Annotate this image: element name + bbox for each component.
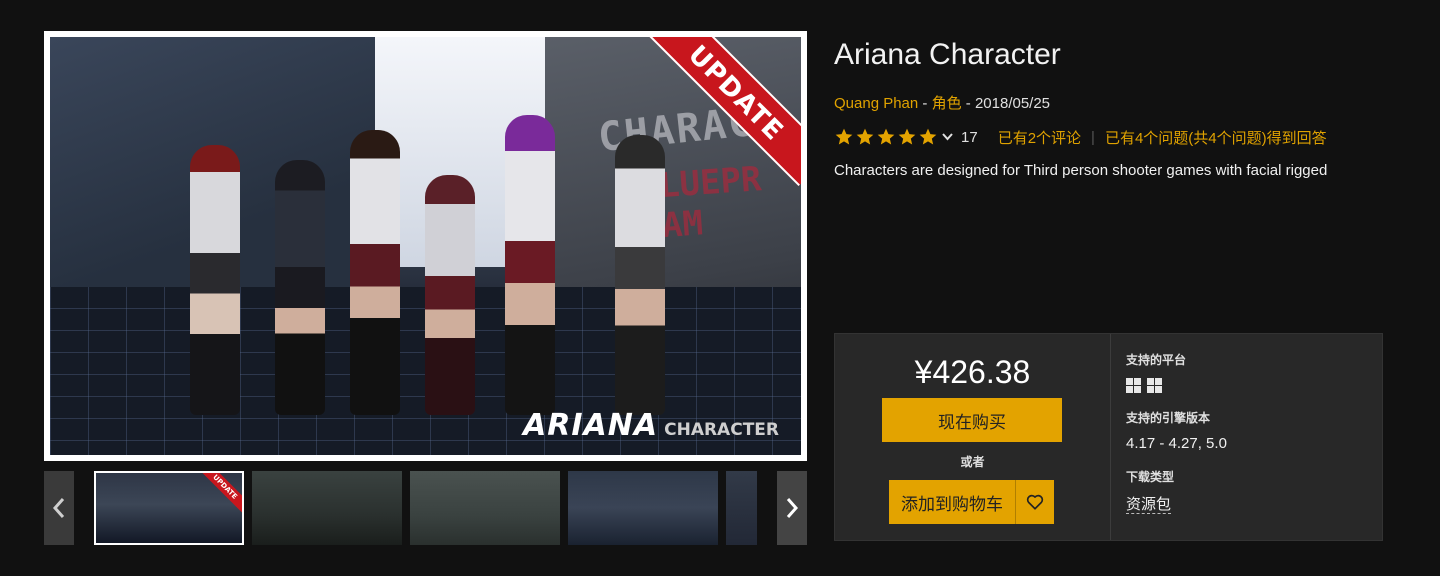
- meta-separator: -: [918, 95, 932, 112]
- star-icon: [876, 127, 896, 147]
- download-type-link[interactable]: 资源包: [1126, 496, 1172, 514]
- rating-count: 17: [961, 128, 978, 146]
- divider: |: [1091, 128, 1095, 146]
- price: ¥426.38: [914, 354, 1031, 390]
- platform-label: 支持的平台: [1126, 353, 1187, 367]
- add-to-cart-button[interactable]: 添加到购物车: [889, 480, 1015, 524]
- thumbnail-item[interactable]: [410, 471, 560, 545]
- logo-title: ARIANA: [523, 408, 659, 443]
- product-page: CHARAC BLUEPR SAM ARIANA CHARACTER UPDATE…: [0, 0, 1440, 576]
- windows-icon: [1147, 378, 1162, 393]
- thumbnail-item[interactable]: [568, 471, 718, 545]
- product-description: Characters are designed for Third person…: [834, 162, 1328, 179]
- windows-icon: [1126, 378, 1141, 393]
- platform-icons: [1126, 378, 1162, 393]
- buy-now-button[interactable]: 现在购买: [882, 398, 1062, 442]
- product-title: Ariana Character: [834, 38, 1061, 71]
- panel-divider: [1110, 334, 1111, 540]
- wishlist-button[interactable]: [1015, 480, 1054, 524]
- thumbnail-strip: UPDATE: [94, 471, 757, 545]
- star-icon: [897, 127, 917, 147]
- download-type-label: 下载类型: [1126, 470, 1175, 484]
- product-meta: Quang Phan - 角色 - 2018/05/25: [834, 92, 1050, 113]
- chevron-down-icon[interactable]: [942, 130, 953, 144]
- questions-link[interactable]: 已有4个问题(共4个问题)得到回答: [1105, 127, 1327, 148]
- category-link[interactable]: 角色: [932, 95, 962, 112]
- purchase-panel: ¥426.38 现在购买 或者 添加到购物车 支持的平台 支持的引擎版本 4.1…: [834, 333, 1383, 541]
- author-link[interactable]: Quang Phan: [834, 95, 918, 112]
- product-logo: ARIANA CHARACTER: [523, 408, 779, 443]
- engine-version-label: 支持的引擎版本: [1126, 411, 1211, 425]
- rating-row: 17 已有2个评论 | 已有4个问题(共4个问题)得到回答: [834, 125, 1327, 149]
- spec-column: 支持的平台 支持的引擎版本 4.17 - 4.27, 5.0 下载类型 资源包: [1126, 334, 1376, 540]
- chevron-right-icon: [786, 498, 799, 518]
- release-date: 2018/05/25: [974, 95, 1051, 112]
- buy-column: ¥426.38 现在购买 或者 添加到购物车: [835, 334, 1110, 540]
- star-icon: [834, 127, 854, 147]
- carousel-next-button[interactable]: [777, 471, 807, 545]
- thumbnail-item[interactable]: UPDATE: [94, 471, 244, 545]
- cart-button-group: 添加到购物车: [889, 480, 1054, 524]
- character-figure: [425, 175, 475, 415]
- star-rating[interactable]: [834, 127, 938, 147]
- character-figure: [505, 115, 555, 415]
- star-icon: [855, 127, 875, 147]
- logo-subtitle: CHARACTER: [664, 420, 779, 440]
- thumbnail-carousel: UPDATE: [44, 471, 807, 545]
- carousel-prev-button[interactable]: [44, 471, 74, 545]
- thumbnail-item[interactable]: [252, 471, 402, 545]
- character-figure: [350, 130, 400, 415]
- star-icon: [918, 127, 938, 147]
- character-figure: [615, 135, 665, 415]
- or-label: 或者: [960, 455, 985, 469]
- heart-icon: [1026, 494, 1044, 510]
- character-figure: [275, 160, 325, 415]
- download-type-wrap: 资源包: [1126, 493, 1172, 514]
- chevron-left-icon: [52, 498, 65, 518]
- main-product-image[interactable]: CHARAC BLUEPR SAM ARIANA CHARACTER UPDATE: [44, 31, 807, 461]
- engine-versions: 4.17 - 4.27, 5.0: [1126, 435, 1227, 452]
- scene: CHARAC BLUEPR SAM ARIANA CHARACTER UPDATE: [50, 37, 801, 455]
- meta-separator: -: [961, 95, 975, 112]
- thumbnail-item[interactable]: [726, 471, 757, 545]
- reviews-link[interactable]: 已有2个评论: [998, 127, 1081, 148]
- character-figure: [190, 145, 240, 415]
